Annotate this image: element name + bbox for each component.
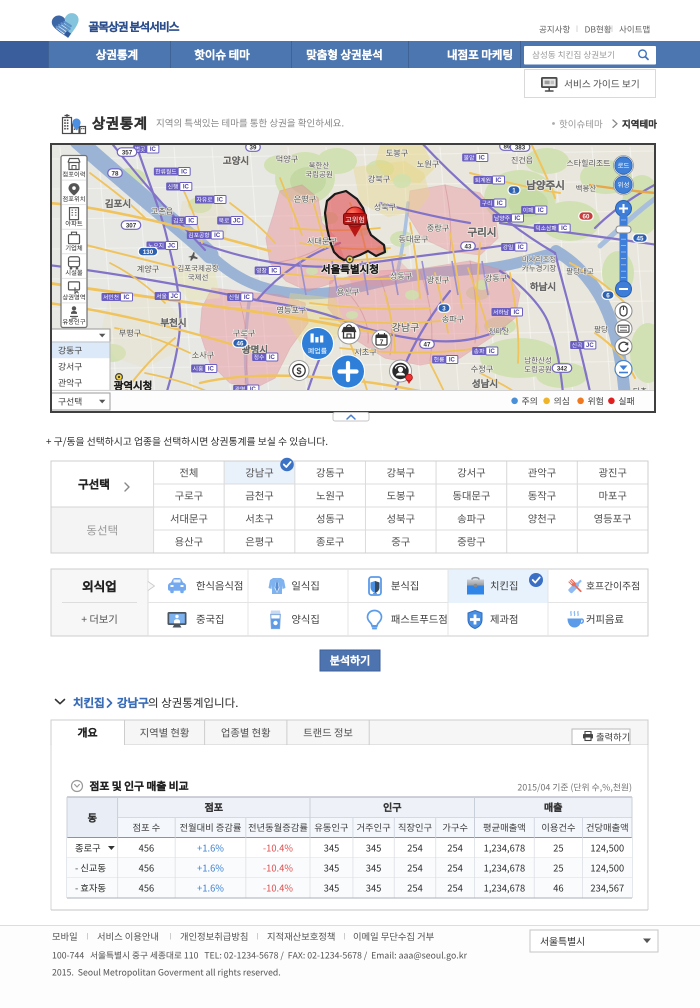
svg-text:JC: JC (171, 294, 179, 300)
svg-text:3: 3 (442, 306, 446, 313)
svg-text:IC: IC (479, 156, 486, 162)
svg-text:$: $ (296, 366, 301, 376)
svg-text:IC: IC (181, 170, 188, 176)
svg-text:JC: JC (586, 343, 594, 349)
svg-text:IC: IC (514, 310, 521, 316)
svg-text:IC: IC (518, 245, 525, 251)
svg-text:IC: IC (214, 233, 221, 239)
svg-text:IC: IC (497, 201, 504, 207)
svg-text:IC: IC (183, 185, 190, 191)
svg-text:IC: IC (150, 147, 157, 153)
svg-text:JC: JC (168, 244, 176, 250)
svg-text:IC: IC (217, 198, 224, 204)
svg-text:IC: IC (449, 358, 456, 364)
svg-text:342: 342 (557, 366, 568, 373)
svg-text:78: 78 (112, 171, 119, 178)
svg-text:IC: IC (561, 226, 568, 232)
svg-text:60: 60 (583, 214, 590, 221)
svg-text:43: 43 (465, 244, 472, 251)
svg-text:1: 1 (512, 188, 516, 195)
svg-text:IC: IC (538, 208, 545, 214)
svg-text:307: 307 (126, 223, 137, 230)
svg-text:357: 357 (122, 150, 133, 157)
svg-text:7: 7 (380, 339, 384, 346)
svg-text:IC: IC (208, 367, 215, 373)
svg-text:IC: IC (188, 219, 195, 225)
svg-text:IC: IC (515, 216, 522, 222)
svg-text:47: 47 (424, 342, 431, 349)
svg-text:6: 6 (606, 293, 610, 300)
svg-text:JC: JC (233, 219, 241, 225)
svg-text:39: 39 (250, 145, 257, 152)
svg-text:130: 130 (143, 249, 154, 256)
svg-text:IC: IC (244, 295, 251, 301)
svg-text:IC: IC (124, 295, 131, 301)
svg-text:IC: IC (269, 355, 276, 361)
svg-text:383: 383 (515, 145, 526, 152)
svg-text:IC: IC (271, 269, 278, 275)
svg-text:IC: IC (496, 178, 503, 184)
svg-text:IC: IC (489, 349, 496, 355)
svg-text:46: 46 (237, 341, 244, 348)
svg-text:45: 45 (637, 236, 644, 243)
